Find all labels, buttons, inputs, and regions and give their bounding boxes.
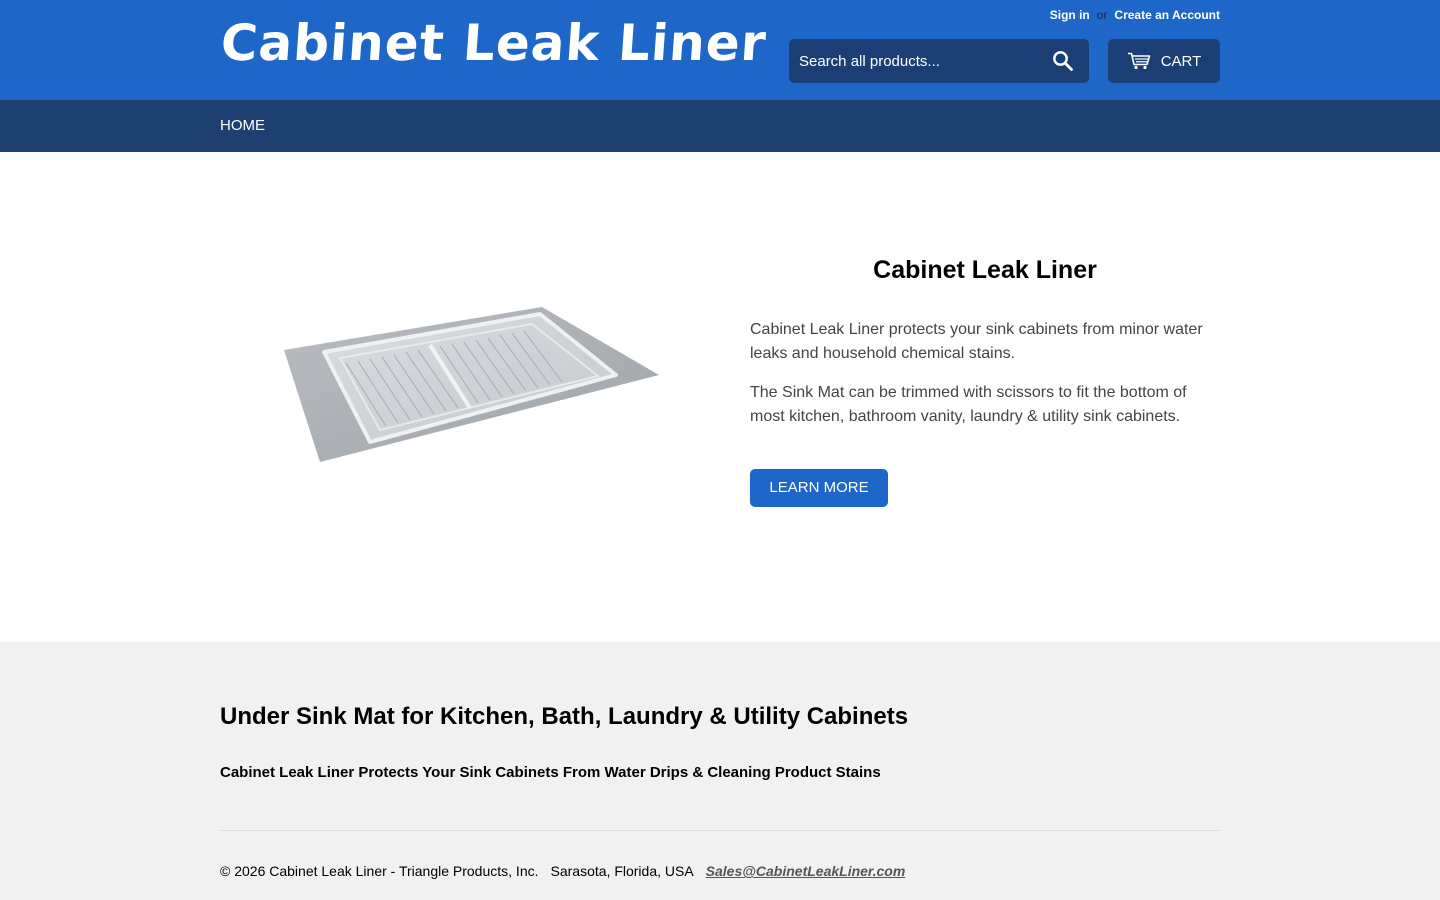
nav-item-home[interactable]: HOME xyxy=(220,100,265,152)
site-header: Cabinet Leak Liner Sign in or Create an Ac… xyxy=(0,0,1440,100)
account-links: Sign in or Create an Account xyxy=(1050,8,1220,22)
site-logo[interactable]: Cabinet Leak Liner xyxy=(219,12,769,74)
search-input[interactable] xyxy=(789,39,1043,83)
feature-trim-note: The Sink Mat can be trimmed with scissor… xyxy=(750,384,1187,425)
main-nav: HOME xyxy=(0,100,1440,152)
product-image xyxy=(280,300,665,470)
feature-title: Cabinet Leak Liner xyxy=(873,256,1097,284)
footer-address: Sarasota, Florida, USA xyxy=(550,863,694,879)
cart-label: CART xyxy=(1160,52,1202,70)
copyright-text: © 2026 Cabinet Leak Liner - Triangle Pro… xyxy=(220,863,539,879)
create-account-link[interactable]: Create an Account xyxy=(1114,8,1220,22)
learn-more-button[interactable]: LEARN MORE xyxy=(750,469,888,507)
copyright-line: © 2026 Cabinet Leak Liner - Triangle Pro… xyxy=(220,863,905,879)
footer-email-link[interactable]: Sales@CabinetLeakLiner.com xyxy=(706,863,906,879)
cart-icon xyxy=(1127,52,1151,70)
sign-in-link[interactable]: Sign in xyxy=(1050,8,1090,22)
footer-heading: Under Sink Mat for Kitchen, Bath, Laundr… xyxy=(220,703,909,730)
search-form xyxy=(789,39,1089,83)
search-button[interactable] xyxy=(1051,49,1075,73)
footer-divider xyxy=(220,830,1220,831)
footer-subheading: Cabinet Leak Liner Protects Your Sink Ca… xyxy=(220,764,881,781)
site-footer: Under Sink Mat for Kitchen, Bath, Laundr… xyxy=(0,642,1440,900)
cart-button[interactable]: CART xyxy=(1108,39,1220,83)
search-icon xyxy=(1053,51,1073,71)
feature-description: Cabinet Leak Liner protects your sink ca… xyxy=(750,321,1203,362)
or-separator: or xyxy=(1096,8,1108,22)
